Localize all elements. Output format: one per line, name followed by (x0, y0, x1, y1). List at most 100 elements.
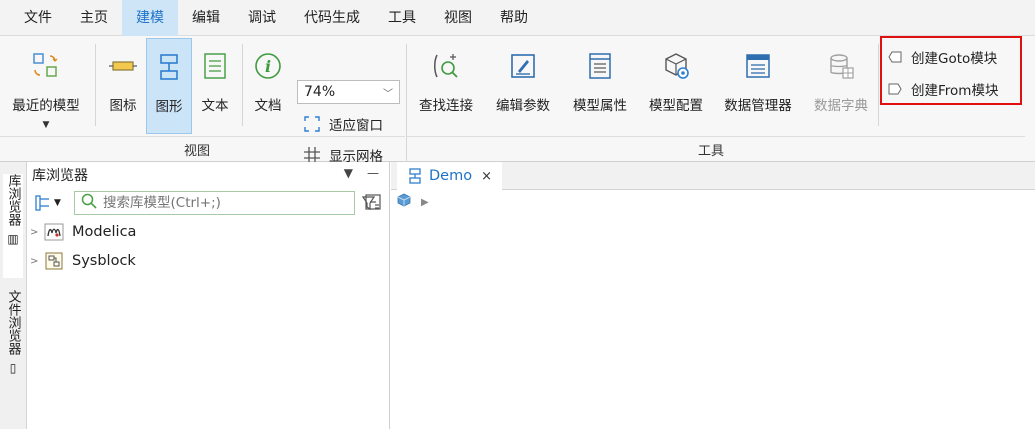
group-divider (0, 136, 405, 137)
separator (242, 44, 243, 126)
tab-demo[interactable]: Demo × (397, 162, 502, 190)
file-browser-side-tab[interactable]: 文件浏览器 ▯ (3, 290, 23, 390)
diagram-view-icon (154, 51, 184, 83)
menu-home[interactable]: 主页 (66, 0, 122, 36)
menu-file[interactable]: 文件 (10, 0, 66, 36)
library-icon: ▥ (6, 232, 20, 246)
dropdown-arrow-icon: ▼ (42, 120, 50, 130)
fit-window-button[interactable]: 适应窗口 (303, 114, 383, 134)
text-view-button[interactable]: 文本 (194, 38, 236, 134)
create-from-button[interactable]: 创建From模块 (888, 79, 998, 99)
editor-area: Demo × ▶ (391, 162, 1035, 429)
from-block-icon (888, 82, 902, 96)
icon-view-label: 图标 (109, 98, 137, 114)
file-browser-side-label: 文件浏览器 (5, 290, 21, 355)
expand-arrow-icon[interactable]: > (30, 227, 44, 238)
model-config-icon (661, 50, 691, 82)
edit-params-label: 编辑参数 (496, 98, 550, 114)
separator (406, 44, 407, 164)
fit-window-label: 适应窗口 (329, 118, 383, 134)
separator (95, 44, 96, 126)
chevron-down-icon: ﹀ (383, 88, 393, 100)
file-icon: ▯ (6, 361, 20, 375)
icon-view-button[interactable]: 图标 (101, 38, 145, 134)
text-view-label: 文本 (201, 98, 229, 114)
minimize-icon[interactable]: — (367, 166, 379, 180)
diagram-view-label: 图形 (155, 99, 183, 115)
create-from-label: 创建From模块 (911, 83, 999, 99)
data-manager-button[interactable]: 数据管理器 (716, 38, 800, 134)
menu-view[interactable]: 视图 (430, 0, 486, 36)
library-toolbar: ▼ (28, 190, 390, 218)
model-cube-icon[interactable] (397, 193, 411, 211)
library-browser-title: 库浏览器 (32, 168, 88, 184)
documentation-label: 文档 (254, 98, 282, 114)
search-icon (81, 193, 97, 213)
recent-models-button[interactable]: 最近的模型 ▼ (4, 38, 88, 134)
data-dictionary-label: 数据字典 (814, 98, 868, 114)
text-view-icon (200, 50, 230, 82)
breadcrumb-arrow-icon[interactable]: ▶ (421, 197, 429, 208)
editor-tab-bar: Demo × (391, 162, 1035, 190)
menu-bar: 文件 主页 建模 编辑 调试 代码生成 工具 视图 帮助 (0, 0, 1035, 36)
menu-tools[interactable]: 工具 (374, 0, 430, 36)
group-divider (407, 136, 1025, 137)
find-connection-icon (431, 50, 461, 82)
edit-params-button[interactable]: 编辑参数 (488, 38, 558, 134)
library-search-box (74, 191, 355, 215)
tree-item-sysblock[interactable]: > Sysblock (30, 251, 136, 271)
breadcrumb: ▶ (397, 192, 429, 212)
zoom-select[interactable]: 74% ﹀ (297, 80, 400, 104)
menu-edit[interactable]: 编辑 (178, 0, 234, 36)
data-manager-label: 数据管理器 (724, 98, 792, 114)
library-browser-side-tab[interactable]: 库浏览器 ▥ (3, 174, 23, 278)
info-icon: i (253, 50, 283, 82)
tree-item-modelica[interactable]: > Modelica (30, 222, 136, 242)
library-browser-side-label: 库浏览器 (5, 174, 21, 226)
diagram-icon (407, 168, 423, 184)
sysblock-icon (44, 251, 64, 271)
tree-item-label: Modelica (72, 224, 137, 240)
database-icon (826, 50, 856, 82)
menu-debug[interactable]: 调试 (234, 0, 290, 36)
data-dictionary-button[interactable]: 数据字典 (806, 38, 876, 134)
model-properties-button[interactable]: 模型属性 (565, 38, 635, 134)
fit-window-icon (303, 115, 321, 133)
recent-models-icon (31, 50, 61, 82)
model-config-button[interactable]: 模型配置 (641, 38, 711, 134)
create-goto-button[interactable]: 创建Goto模块 (888, 47, 997, 67)
library-search-input[interactable] (103, 195, 343, 211)
create-goto-label: 创建Goto模块 (911, 51, 998, 67)
model-config-label: 模型配置 (649, 98, 703, 114)
separator (878, 44, 879, 126)
documentation-button[interactable]: i 文档 (246, 38, 290, 134)
collapse-tree-icon[interactable] (364, 193, 382, 215)
modelica-icon (44, 222, 64, 242)
tree-view-icon[interactable]: ▼ (34, 194, 61, 212)
expand-arrow-icon[interactable]: > (30, 256, 44, 267)
tab-demo-label: Demo (429, 168, 473, 184)
menu-help[interactable]: 帮助 (486, 0, 542, 36)
find-connection-button[interactable]: 查找连接 (412, 38, 480, 134)
data-manager-icon (743, 50, 773, 82)
diagram-view-button[interactable]: 图形 (146, 38, 192, 134)
panel-controls: ▼ — (344, 166, 379, 180)
menu-modeling[interactable]: 建模 (122, 0, 178, 36)
goto-block-icon (888, 50, 902, 64)
svg-text:i: i (265, 57, 271, 76)
find-connection-label: 查找连接 (419, 98, 473, 114)
tree-item-label: Sysblock (72, 253, 136, 269)
zoom-value: 74% (304, 84, 336, 100)
panel-menu-icon[interactable]: ▼ (344, 166, 353, 180)
menu-codegen[interactable]: 代码生成 (290, 0, 374, 36)
library-browser-panel: 库浏览器 ▼ — ▼ 搜索库模型(Ctrl+;) > Modelica > Sy… (28, 162, 390, 429)
dock-strip: 库浏览器 ▥ 文件浏览器 ▯ (0, 162, 27, 429)
edit-params-icon (508, 50, 538, 82)
icon-view-icon (108, 50, 138, 82)
model-properties-icon (585, 50, 615, 82)
tools-group-label: 工具 (698, 144, 725, 159)
close-icon[interactable]: × (481, 169, 492, 184)
library-browser-header: 库浏览器 (28, 162, 390, 188)
view-group-label: 视图 (184, 144, 211, 159)
recent-models-label: 最近的模型 (12, 98, 80, 114)
